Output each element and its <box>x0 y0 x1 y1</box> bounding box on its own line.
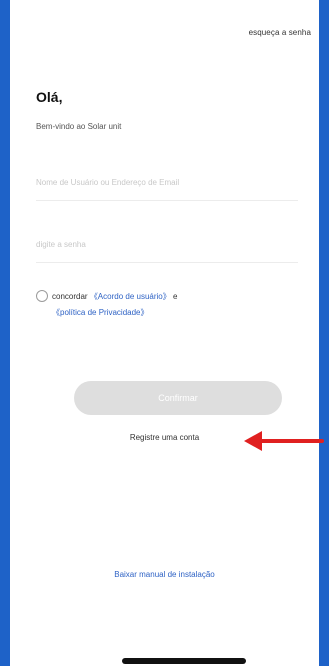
forgot-password-link[interactable]: esqueça a senha <box>249 28 311 37</box>
agreement-text: concordar 《Acordo de usuário》 e 《polític… <box>52 289 292 321</box>
agree-and: e <box>172 292 178 301</box>
confirm-button[interactable]: Confirmar <box>74 381 282 415</box>
greeting-title: Olá, <box>36 89 63 105</box>
agree-checkbox[interactable] <box>36 290 48 302</box>
agree-prefix: concordar <box>52 292 88 301</box>
home-indicator <box>122 658 246 664</box>
username-field <box>36 172 298 201</box>
privacy-policy-link[interactable]: 《política de Privacidade》 <box>52 308 149 317</box>
username-input[interactable] <box>36 172 298 193</box>
download-manual-link[interactable]: Baixar manual de instalação <box>10 570 319 579</box>
red-arrow-icon <box>244 431 324 451</box>
welcome-text: Bem-vindo ao Solar unit <box>36 122 122 131</box>
password-input[interactable] <box>36 234 298 255</box>
login-screen: esqueça a senha Olá, Bem-vindo ao Solar … <box>10 0 319 666</box>
user-agreement-link[interactable]: 《Acordo de usuário》 <box>90 292 171 301</box>
password-field <box>36 234 298 263</box>
